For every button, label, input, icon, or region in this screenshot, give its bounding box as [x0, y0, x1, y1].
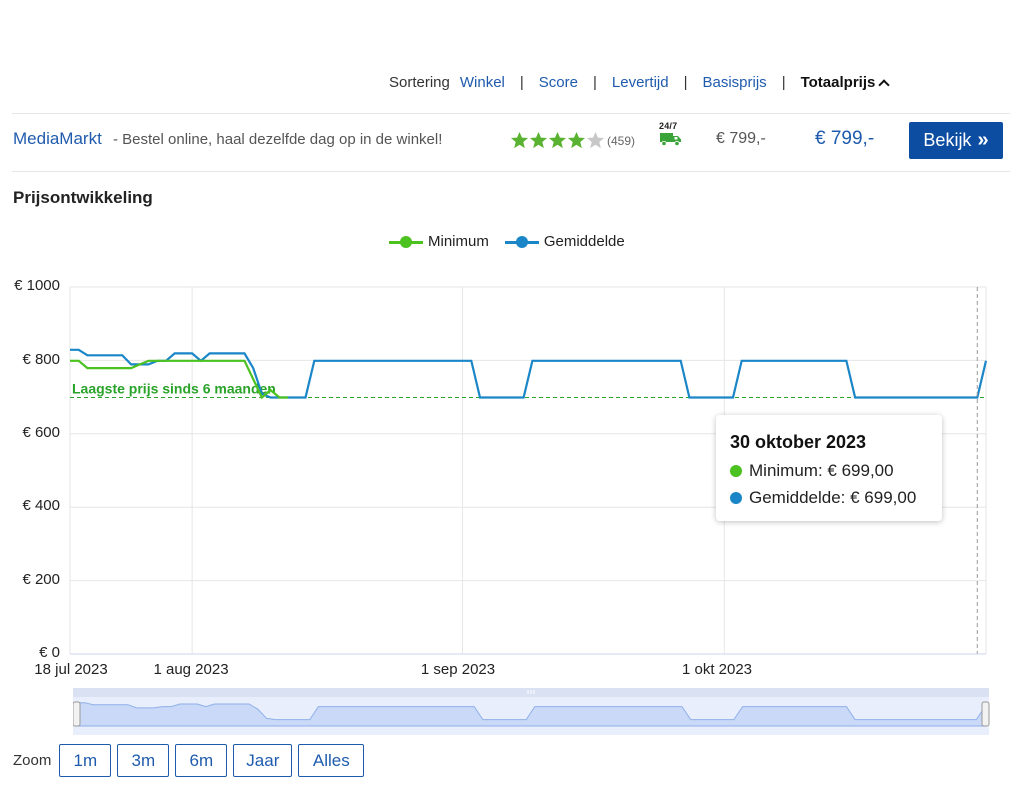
chart-tooltip: 30 oktober 2023 Minimum: € 699,00 Gemidd… — [716, 415, 942, 521]
section-title: Prijsontwikkeling — [13, 188, 153, 207]
legend-item-gemiddelde[interactable]: Gemiddelde — [504, 233, 625, 250]
tooltip-series-value: € 699,00 — [827, 461, 894, 480]
sort-option-levertijd[interactable]: Levertijd — [612, 74, 669, 91]
star-full-icon — [548, 131, 567, 149]
rating-stars[interactable]: (459) — [510, 131, 635, 150]
star-empty-icon — [586, 131, 605, 149]
x-tick-label: 18 jul 2023 — [34, 661, 108, 678]
zoom-button-6m[interactable]: 6m — [175, 744, 228, 777]
sort-separator: | — [781, 74, 786, 91]
zoom-label: Zoom — [13, 752, 52, 769]
legend-symbol-minimum — [389, 235, 423, 249]
view-offer-label: Bekijk — [923, 130, 972, 150]
chart-navigator[interactable] — [73, 688, 991, 736]
delivery-badge: 24/7 — [659, 121, 685, 152]
tooltip-row-gemiddelde: Gemiddelde: € 699,00 — [730, 488, 916, 508]
navigator-handle-right[interactable] — [981, 701, 990, 727]
legend-item-minimum[interactable]: Minimum — [389, 233, 489, 250]
navigator-handle-left[interactable] — [73, 701, 81, 727]
sort-active-label: Totaalprijs — [800, 74, 876, 91]
sort-option-basisprijs[interactable]: Basisprijs — [703, 74, 767, 91]
zoom-button-3m[interactable]: 3m — [117, 744, 170, 777]
lowest-price-annotation: Laagste prijs sinds 6 maanden — [72, 380, 276, 396]
sort-separator: | — [592, 74, 597, 91]
tooltip-series-name: Minimum — [749, 461, 818, 480]
offer-row: MediaMarkt - Bestel online, haal dezelfd… — [0, 114, 1010, 172]
shop-description: - Bestel online, haal dezelfde dag op in… — [113, 131, 443, 148]
tooltip-row-minimum: Minimum: € 699,00 — [730, 461, 894, 481]
zoom-controls: Zoom 1m 3m 6m Jaar Alles — [13, 744, 370, 777]
divider — [12, 171, 1010, 172]
tooltip-series-name: Gemiddelde — [749, 488, 841, 507]
legend-label-gemiddelde: Gemiddelde — [543, 233, 625, 250]
view-offer-button[interactable]: Bekijk » — [909, 122, 1003, 159]
delivery-badge-text: 24/7 — [659, 121, 678, 131]
chevron-up-icon — [878, 79, 891, 91]
sort-bar: Sortering Winkel | Score | Levertijd | B… — [389, 74, 891, 91]
sort-option-totaalprijs[interactable]: Totaalprijs — [800, 74, 891, 91]
double-chevron-right-icon: » — [977, 129, 989, 151]
x-tick-label: 1 aug 2023 — [153, 661, 229, 678]
sort-separator: | — [519, 74, 524, 91]
tooltip-date: 30 oktober 2023 — [730, 432, 867, 452]
star-full-icon — [567, 131, 586, 149]
zoom-button-jaar[interactable]: Jaar — [233, 744, 293, 777]
zoom-button-1m[interactable]: 1m — [59, 744, 112, 777]
star-full-icon — [510, 131, 529, 149]
sort-label: Sortering — [389, 74, 450, 91]
sort-separator: | — [683, 74, 688, 91]
tooltip-colon: : — [817, 461, 828, 480]
tooltip-series-value: € 699,00 — [850, 488, 917, 507]
legend-label-minimum: Minimum — [428, 233, 489, 250]
star-full-icon — [529, 131, 548, 149]
sort-option-score[interactable]: Score — [539, 74, 578, 91]
x-tick-label: 1 sep 2023 — [420, 661, 496, 678]
x-tick-label: 1 okt 2023 — [681, 661, 753, 678]
tooltip-dot-gemiddelde — [730, 492, 742, 504]
delivery-truck-icon — [660, 133, 681, 147]
tooltip-dot-minimum — [730, 465, 742, 477]
review-count: (459) — [607, 133, 636, 148]
sort-option-winkel[interactable]: Winkel — [460, 74, 505, 91]
zoom-button-alles[interactable]: Alles — [298, 744, 365, 777]
base-price: € 799,- — [716, 130, 766, 147]
total-price: € 799,- — [815, 128, 875, 149]
chart-legend: Minimum Gemiddelde — [389, 233, 641, 250]
tooltip-colon: : — [840, 488, 851, 507]
legend-symbol-gemiddelde — [504, 235, 539, 249]
shop-name-link[interactable]: MediaMarkt — [13, 129, 102, 149]
